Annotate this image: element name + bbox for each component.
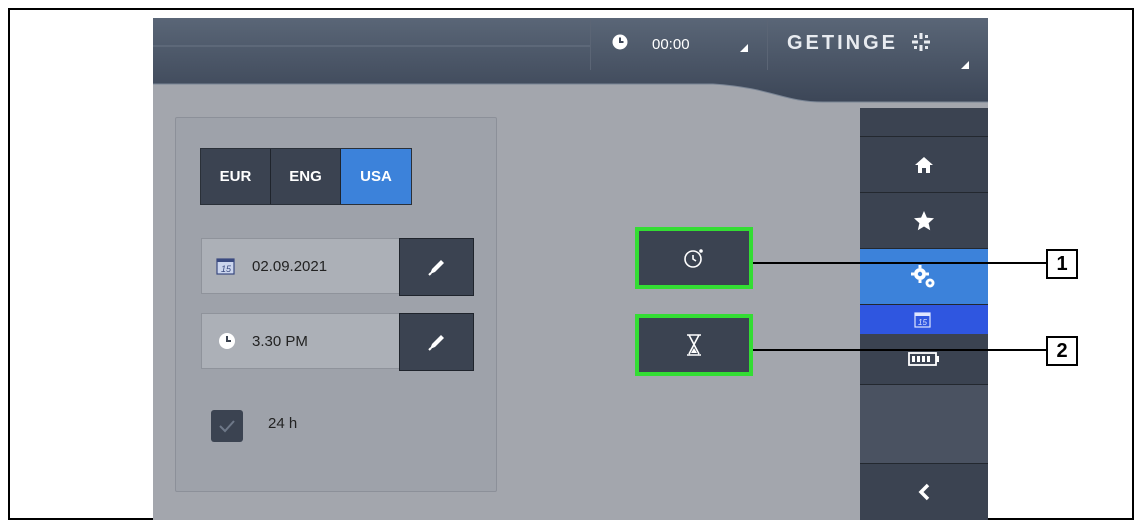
sidebar-item-settings[interactable] [860,248,988,304]
sidebar-item-favorites[interactable] [860,192,988,248]
unit-selector: EUR ENG USA [200,148,412,205]
unit-eur-button[interactable]: EUR [201,149,271,204]
callout-1: 1 [1046,249,1078,279]
divider [590,18,591,70]
edit-time-button[interactable] [399,313,474,371]
brand-mark-icon [911,33,930,51]
sidebar-item-calendar[interactable]: 15 [860,304,988,334]
time-field: 3.30 PM [201,313,474,371]
device-screen: 00:00 GETINGE EUR ENG USA 15 02.09.2021 [153,18,988,520]
clock-icon [612,34,628,54]
hourglass-icon [687,334,701,356]
clock-icon [202,332,252,350]
divider [767,18,768,70]
stopwatch-button[interactable] [635,227,753,289]
settings-icon [911,264,935,287]
sidebar-item-home[interactable] [860,136,988,192]
expand-triangle-icon [740,44,748,52]
unit-usa-button[interactable]: USA [341,149,411,204]
battery-icon [908,352,939,366]
checkmark-icon [219,420,235,433]
clock-time: 00:00 [652,35,690,53]
pencil-icon [427,260,444,276]
menu-triangle-icon[interactable] [961,61,969,69]
callout-2: 2 [1046,336,1078,366]
sidebar-empty [860,384,988,463]
back-icon [918,483,930,501]
timer-button[interactable] [635,314,753,376]
home-icon [915,156,933,173]
callout-line-2 [753,349,1046,351]
brand-logo: GETINGE [787,32,931,55]
date-field: 15 02.09.2021 [201,238,474,296]
format-24h-checkbox[interactable] [211,410,243,442]
calendar-icon: 15 [202,256,252,276]
format-24h-label: 24 h [268,415,298,432]
unit-eng-button[interactable]: ENG [271,149,341,204]
time-value: 3.30 PM [252,332,308,350]
pencil-icon [427,335,444,351]
sidebar-item-battery[interactable] [860,334,988,384]
svg-text:15: 15 [221,264,232,274]
header-clock[interactable]: 00:00 [590,18,768,70]
sidebar: 15 [860,108,988,520]
back-button[interactable] [860,463,988,520]
svg-text:15: 15 [918,318,927,327]
stopwatch-icon [684,249,703,268]
date-value: 02.09.2021 [252,257,328,275]
edit-date-button[interactable] [399,238,474,296]
callout-line-1 [753,262,1046,264]
star-icon [914,210,934,230]
calendar-icon: 15 [914,311,931,328]
